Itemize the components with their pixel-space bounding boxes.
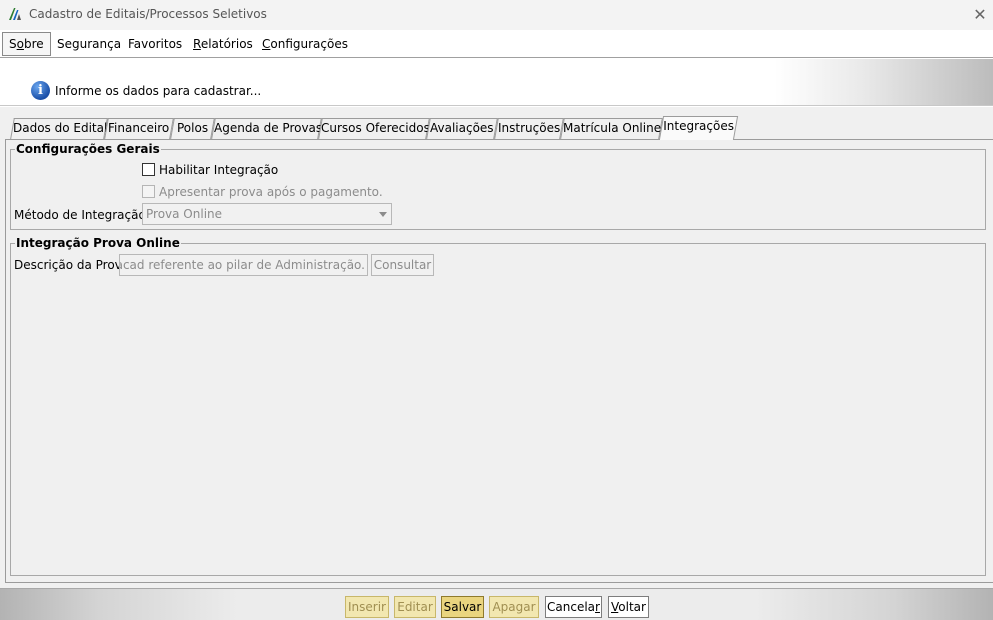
prova-online-legend: Integração Prova Online <box>16 236 180 250</box>
inserir-button[interactable]: Inserir <box>345 596 389 618</box>
tab-financeiro[interactable]: Financeiro <box>104 118 174 139</box>
descricao-prova-input[interactable]: ema Jacad referente ao pilar de Administ… <box>119 254 368 276</box>
chevron-down-icon <box>379 212 387 217</box>
config-gerais-legend: Configurações Gerais <box>16 142 160 156</box>
close-icon: ✕ <box>973 4 987 24</box>
tab-instrucoes[interactable]: Instruções <box>494 118 564 139</box>
voltar-button[interactable]: Voltar <box>608 596 649 618</box>
info-icon: i <box>31 81 50 100</box>
tab-cursos-oferecidos[interactable]: Cursos Oferecidos <box>318 118 430 139</box>
metodo-integracao-value: Prova Online <box>146 207 223 221</box>
tab-dados-do-edital[interactable]: Dados do Edital <box>10 118 108 139</box>
descricao-prova-label: Descrição da Prova: <box>14 258 134 272</box>
tab-avaliacoes[interactable]: Avaliações <box>426 118 498 139</box>
metodo-integracao-select[interactable]: Prova Online <box>142 203 392 225</box>
habilitar-integracao-label: Habilitar Integração <box>159 163 279 177</box>
tab-matricula-online[interactable]: Matrícula Online <box>560 118 663 139</box>
tab-agenda-de-provas[interactable]: Agenda de Provas <box>211 118 322 139</box>
window-title: Cadastro de Editais/Processos Seletivos <box>29 7 267 21</box>
menu-sobre[interactable]: Sobre <box>2 32 51 56</box>
menu-configuracoes[interactable]: Configurações <box>255 32 355 56</box>
title-bar: Cadastro de Editais/Processos Seletivos … <box>0 0 993 30</box>
close-window-button[interactable]: ✕ <box>968 3 992 25</box>
tab-integracoes[interactable]: Integrações <box>658 116 739 140</box>
consultar-button[interactable]: Consultar <box>371 254 434 276</box>
menu-favoritos[interactable]: Favoritos <box>121 32 189 56</box>
habilitar-integracao-checkbox[interactable] <box>142 163 155 176</box>
cancelar-button[interactable]: Cancelar <box>545 596 602 618</box>
info-banner: i Informe os dados para cadastrar... <box>0 59 993 106</box>
salvar-button[interactable]: Salvar <box>441 596 484 618</box>
metodo-integracao-label: Método de Integração: <box>14 208 150 222</box>
menu-bar: Sobre Segurança Favoritos Relatórios Con… <box>0 30 993 58</box>
app-logo-icon <box>9 8 21 20</box>
tab-polos[interactable]: Polos <box>170 118 215 139</box>
menu-seguranca[interactable]: Segurança <box>50 32 128 56</box>
apagar-button[interactable]: Apagar <box>489 596 539 618</box>
menu-relatorios[interactable]: Relatórios <box>186 32 260 56</box>
prova-online-group: Integração Prova Online <box>10 236 986 576</box>
apresentar-prova-checkbox[interactable] <box>142 185 155 198</box>
apresentar-prova-label: Apresentar prova após o pagamento. <box>159 185 383 199</box>
editar-button[interactable]: Editar <box>394 596 436 618</box>
banner-message: Informe os dados para cadastrar... <box>55 84 262 98</box>
